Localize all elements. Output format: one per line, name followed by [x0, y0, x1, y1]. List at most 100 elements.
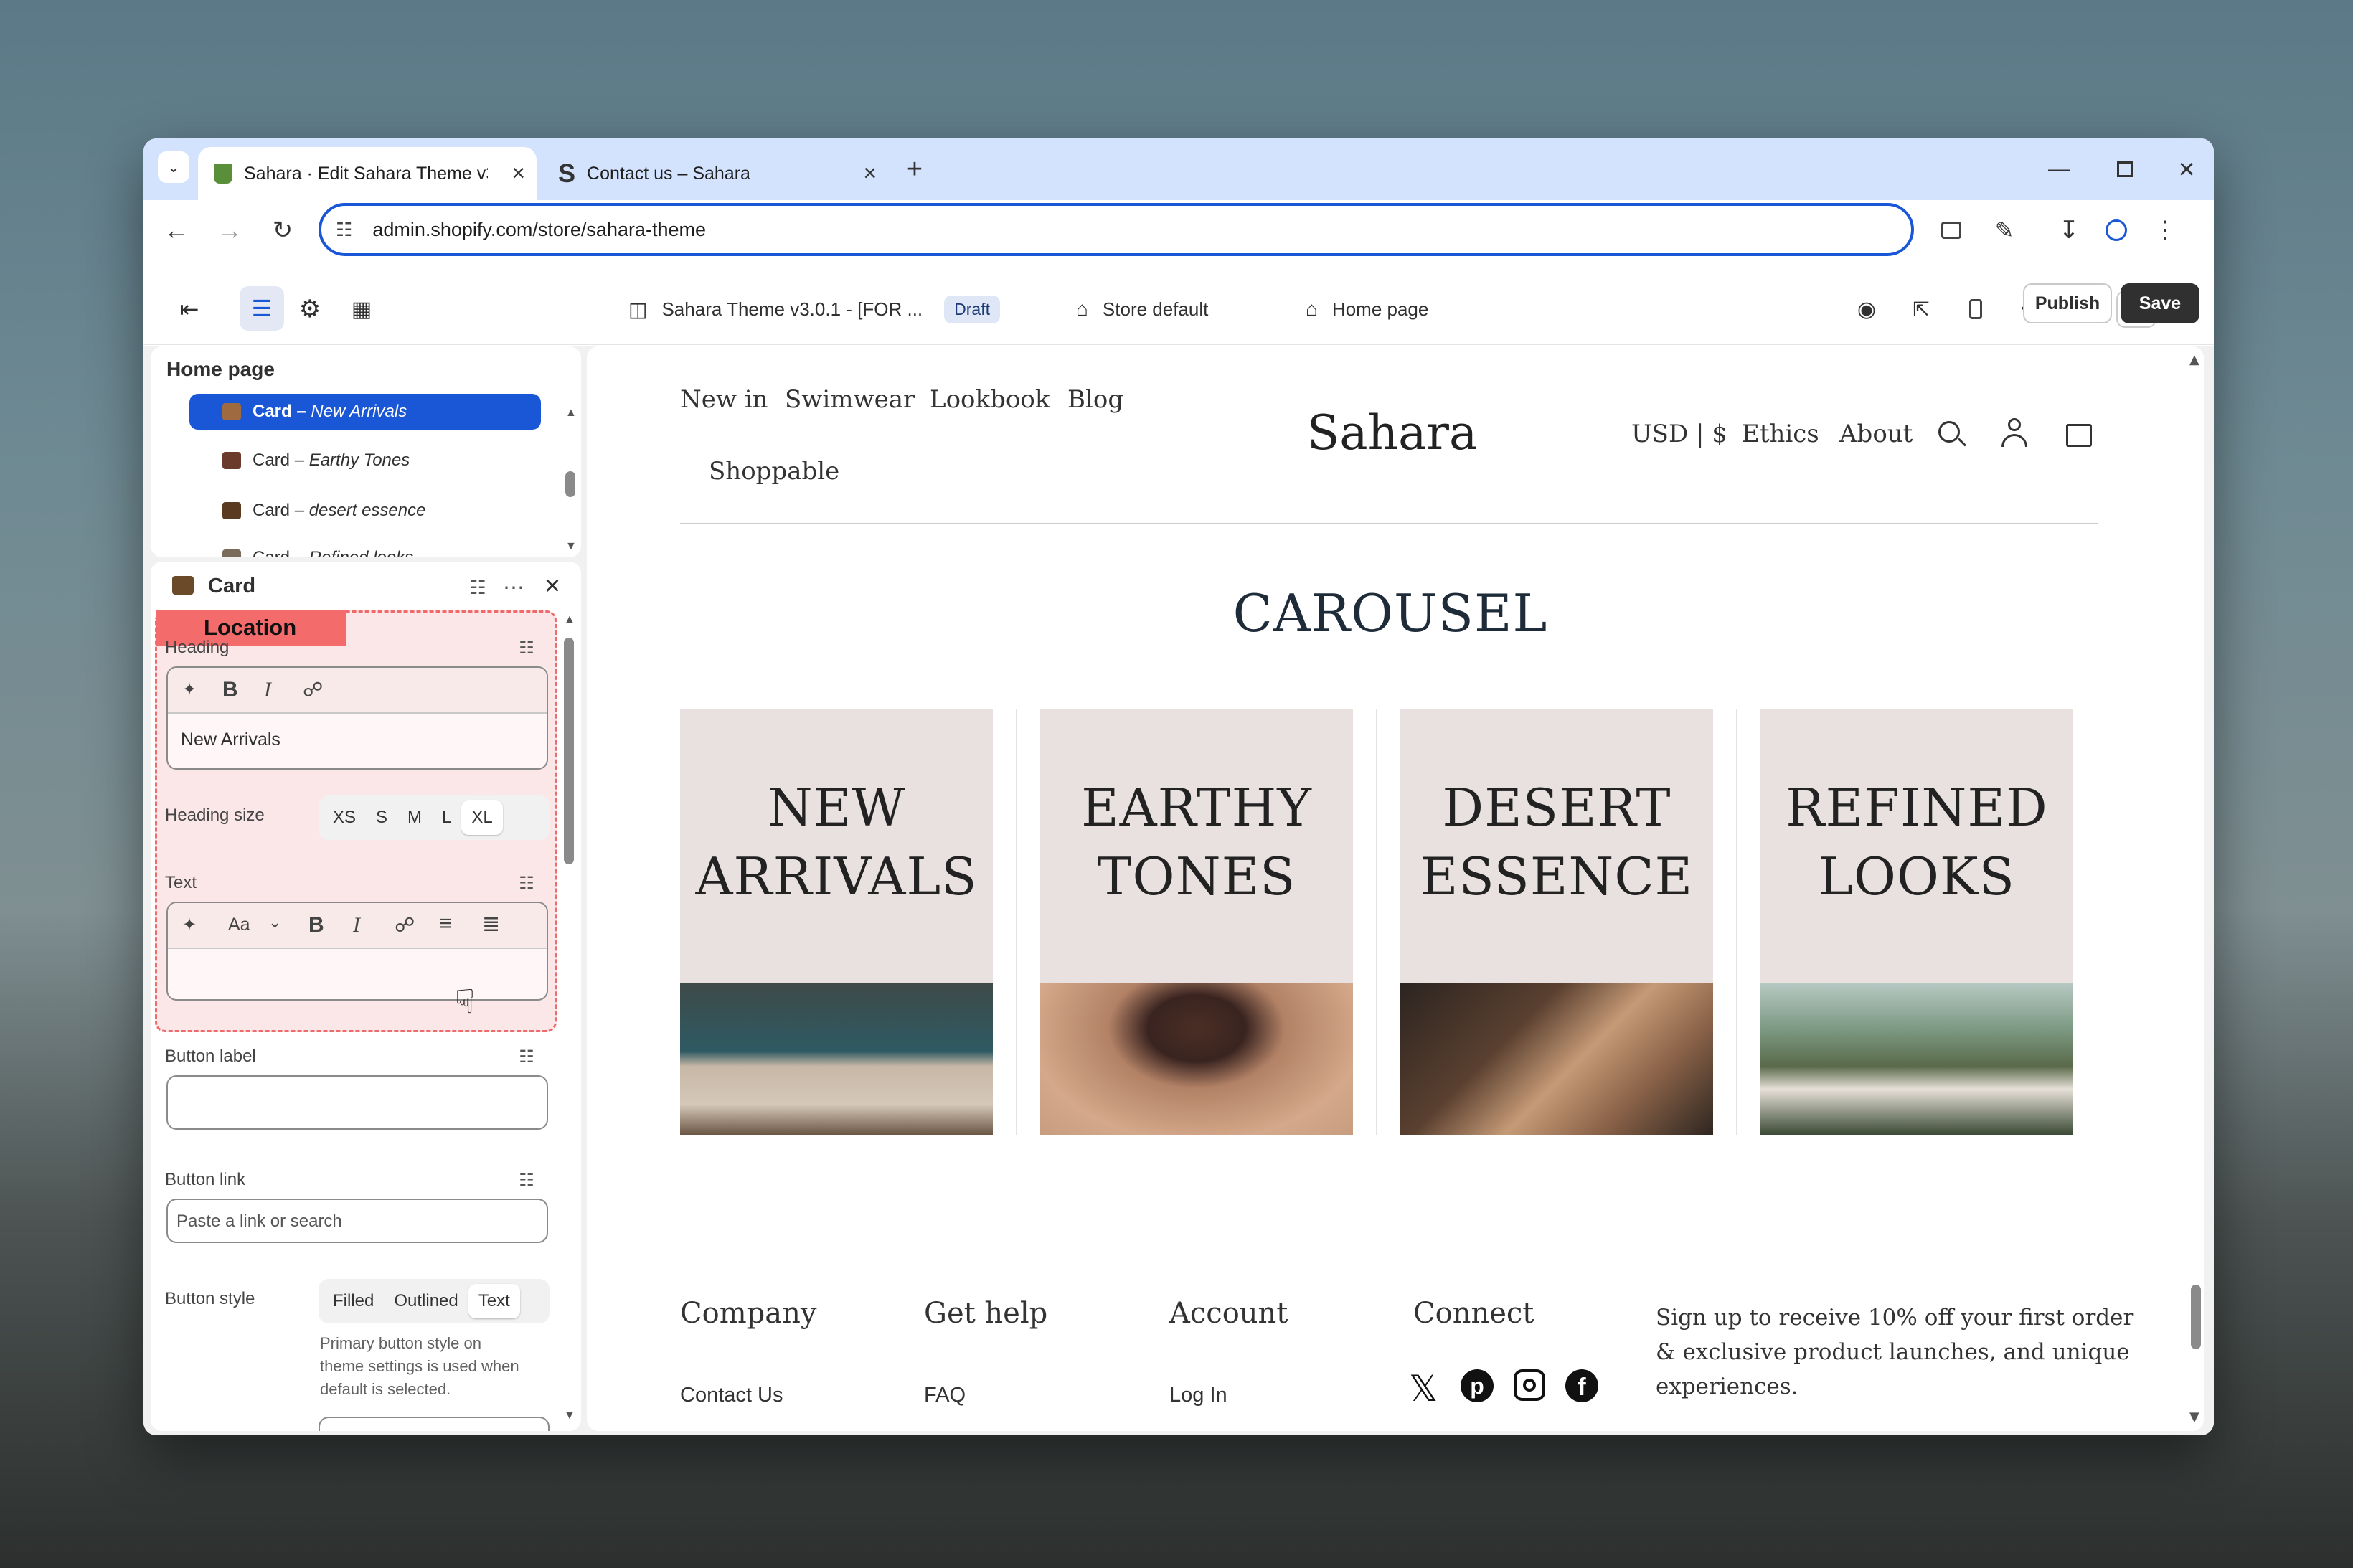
- extensions-icon[interactable]: ✎: [1984, 210, 2024, 250]
- nav-blog[interactable]: Blog: [1067, 385, 1123, 414]
- mobile-preview-icon[interactable]: [1957, 291, 1994, 328]
- tab-editor[interactable]: Sahara · Edit Sahara Theme v3.0 ×: [198, 147, 537, 200]
- exit-icon[interactable]: ⇤: [171, 291, 208, 328]
- instagram-icon[interactable]: [1514, 1369, 1545, 1401]
- text-rich-text-editor[interactable]: ✦ Aa ⌄ B I ☍ ≡ ≣: [166, 902, 548, 1001]
- inspector-icon[interactable]: ◉: [1848, 291, 1885, 328]
- nav-swimwear[interactable]: Swimwear: [785, 385, 915, 414]
- facebook-icon[interactable]: f: [1565, 1369, 1598, 1402]
- bold-icon[interactable]: B: [308, 913, 324, 938]
- carousel-card[interactable]: NEW ARRIVALS: [680, 709, 993, 1135]
- search-icon[interactable]: [1938, 421, 1960, 443]
- address-bar[interactable]: ☷ admin.shopify.com/store/sahara-theme: [319, 203, 1914, 256]
- browser-menu-icon[interactable]: ⋮: [2145, 210, 2185, 250]
- list-item[interactable]: Card – New Arrivals: [189, 394, 541, 430]
- tab-contact[interactable]: S Contact us – Sahara ×: [550, 147, 888, 200]
- dynamic-source-icon[interactable]: ☷: [512, 633, 541, 662]
- site-info-icon[interactable]: ☷: [336, 219, 352, 241]
- preview-scrollbar[interactable]: ▲ ▼: [2189, 352, 2201, 1425]
- italic-icon[interactable]: I: [353, 913, 360, 938]
- close-window-button[interactable]: ×: [2165, 150, 2208, 189]
- cart-icon[interactable]: [2066, 424, 2092, 447]
- button-label-input[interactable]: [166, 1075, 548, 1130]
- style-filled[interactable]: Filled: [323, 1284, 384, 1318]
- list-scrollbar[interactable]: ▲ ▼: [565, 407, 577, 552]
- store-selector[interactable]: ⌂ Store default: [1076, 293, 1208, 325]
- size-xl[interactable]: XL: [461, 800, 503, 835]
- heading-rich-text-editor[interactable]: ✦ B I ☍ New Arrivals: [166, 666, 548, 770]
- carousel-card[interactable]: EARTHY TONES: [1040, 709, 1353, 1135]
- nav-ethics[interactable]: Ethics: [1742, 420, 1819, 448]
- select-element-icon[interactable]: ⇱: [1902, 291, 1940, 328]
- size-l[interactable]: L: [432, 800, 461, 835]
- style-outlined[interactable]: Outlined: [384, 1284, 468, 1318]
- currency-selector[interactable]: USD | $: [1631, 420, 1727, 448]
- nav-new-in[interactable]: New in: [680, 385, 768, 414]
- list-item[interactable]: Card – Refined looks: [189, 540, 541, 557]
- account-icon[interactable]: [2000, 418, 2029, 448]
- bullet-list-icon[interactable]: ≡: [439, 912, 452, 936]
- help-line: Primary button style on: [320, 1334, 481, 1352]
- reload-button[interactable]: ↻: [263, 210, 303, 250]
- button-link-input[interactable]: Paste a link or search: [166, 1199, 548, 1243]
- nav-lookbook[interactable]: Lookbook: [930, 385, 1050, 414]
- list-item[interactable]: Card – desert essence: [189, 493, 541, 529]
- numbered-list-icon[interactable]: ≣: [482, 912, 500, 937]
- page-selector[interactable]: ⌂ Home page: [1306, 293, 1428, 325]
- profile-icon[interactable]: [2096, 210, 2136, 250]
- nav-shoppable[interactable]: Shoppable: [709, 457, 839, 486]
- settings-scrollbar[interactable]: ▲ ▼: [564, 613, 575, 1424]
- header-divider: [680, 523, 2098, 524]
- italic-icon[interactable]: I: [264, 678, 271, 702]
- size-m[interactable]: M: [397, 800, 432, 835]
- save-button[interactable]: Save: [2121, 283, 2199, 323]
- pinterest-icon[interactable]: p: [1461, 1369, 1494, 1402]
- link-icon[interactable]: ☍: [395, 913, 415, 937]
- dynamic-source-icon[interactable]: ☷: [463, 573, 492, 602]
- ai-sparkle-icon[interactable]: ✦: [182, 679, 197, 700]
- new-tab-button[interactable]: +: [895, 150, 934, 189]
- ai-sparkle-icon[interactable]: ✦: [182, 915, 197, 935]
- list-item[interactable]: Card – Earthy Tones: [189, 443, 541, 478]
- link-icon[interactable]: ☍: [303, 678, 323, 702]
- x-social-icon[interactable]: 𝕏: [1409, 1368, 1438, 1409]
- apps-icon[interactable]: ▦: [343, 291, 380, 328]
- publish-button-el[interactable]: Publish: [2023, 283, 2112, 323]
- font-size-dropdown[interactable]: Aa: [228, 915, 250, 935]
- size-xs[interactable]: XS: [323, 800, 366, 835]
- dynamic-source-icon[interactable]: ☷: [512, 1166, 541, 1194]
- settings-gear-icon[interactable]: ⚙: [291, 291, 329, 328]
- footer-link-contact[interactable]: Contact Us: [680, 1384, 783, 1407]
- carousel-card[interactable]: REFINED LOOKS: [1760, 709, 2073, 1135]
- minimize-button[interactable]: —: [2037, 150, 2080, 189]
- close-icon[interactable]: ×: [538, 571, 567, 601]
- forward-button[interactable]: →: [209, 210, 250, 250]
- dynamic-source-icon[interactable]: ☷: [512, 869, 541, 897]
- tab-title: Contact us – Sahara: [587, 163, 750, 184]
- theme-selector[interactable]: ◫ Sahara Theme v3.0.1 - [FOR ... Draft: [628, 293, 1000, 325]
- carousel-card[interactable]: DESERT ESSENCE: [1400, 709, 1713, 1135]
- button-style-selector[interactable]: Filled Outlined Text: [319, 1279, 550, 1323]
- nav-about[interactable]: About: [1839, 420, 1913, 448]
- footer-link-login[interactable]: Log In: [1169, 1384, 1227, 1407]
- card-heading: DESERT ESSENCE: [1400, 773, 1713, 911]
- close-tab-icon[interactable]: ×: [863, 161, 877, 184]
- heading-size-selector[interactable]: XS S M L XL: [319, 795, 550, 840]
- bold-icon[interactable]: B: [222, 678, 238, 702]
- button-label-label: Button label: [165, 1047, 256, 1066]
- chevron-down-icon[interactable]: ⌄: [268, 913, 281, 932]
- dynamic-source-icon[interactable]: ☷: [512, 1042, 541, 1071]
- footer-link-faq[interactable]: FAQ: [924, 1384, 966, 1407]
- more-icon[interactable]: ⋯: [499, 573, 528, 602]
- close-tab-icon[interactable]: ×: [511, 161, 525, 184]
- sections-icon[interactable]: ☰: [240, 286, 284, 331]
- screenshot-icon[interactable]: [1931, 210, 1971, 250]
- tab-search-button[interactable]: ⌄: [158, 151, 189, 183]
- store-logo[interactable]: Sahara: [1307, 405, 1477, 461]
- back-button[interactable]: ←: [156, 210, 197, 250]
- maximize-button[interactable]: [2103, 150, 2146, 189]
- style-text[interactable]: Text: [468, 1284, 520, 1318]
- download-icon[interactable]: ↧: [2049, 210, 2089, 250]
- text-label: Text: [165, 873, 197, 892]
- size-s[interactable]: S: [366, 800, 397, 835]
